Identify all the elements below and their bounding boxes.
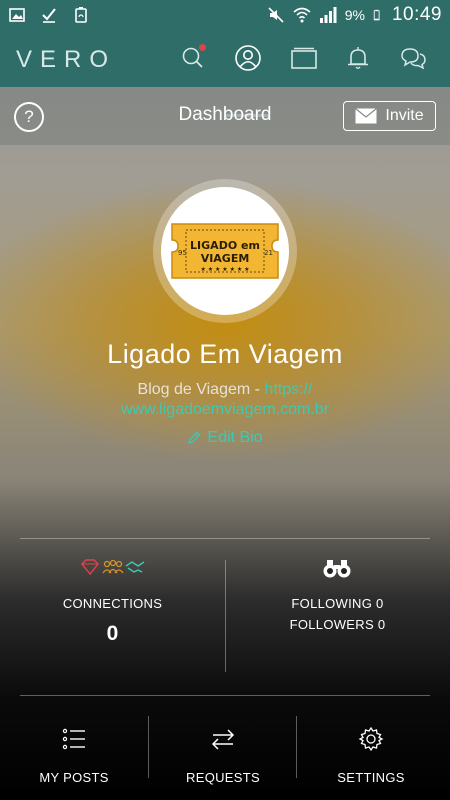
clock: 10:49 xyxy=(391,4,442,25)
gear-icon xyxy=(358,726,384,752)
edit-bio-button[interactable]: Edit Bio xyxy=(0,429,450,447)
bell-icon[interactable] xyxy=(342,42,374,74)
my-posts-button[interactable]: MY POSTS xyxy=(0,720,148,790)
avatar[interactable]: 95 21 LIGADO em VIAGEM ★ ★ ★ ★ ★ ★ ★ xyxy=(161,187,289,315)
menu-divider-top xyxy=(20,695,430,696)
battery-percent: 9% xyxy=(344,7,365,23)
bio-text: Blog de Viagem - xyxy=(137,381,265,398)
ticket-logo-icon: 95 21 LIGADO em VIAGEM ★ ★ ★ ★ ★ ★ ★ xyxy=(171,223,279,279)
chat-icon[interactable] xyxy=(397,42,429,74)
requests-label: REQUESTS xyxy=(186,770,260,785)
connection-types-icon xyxy=(81,559,145,576)
svg-text:★ ★ ★ ★ ★ ★ ★: ★ ★ ★ ★ ★ ★ ★ xyxy=(200,266,249,273)
invite-button[interactable]: Invite xyxy=(343,101,436,131)
bio-link-part1[interactable]: https:// xyxy=(264,381,312,398)
envelope-icon xyxy=(355,108,378,124)
invite-label: Invite xyxy=(385,107,424,124)
transfer-arrows-icon xyxy=(211,729,235,750)
mute-icon xyxy=(268,7,284,23)
vero-logo[interactable]: VERO xyxy=(16,46,116,74)
svg-text:21: 21 xyxy=(264,249,273,257)
svg-text:VIAGEM: VIAGEM xyxy=(201,252,250,265)
list-icon xyxy=(62,728,85,750)
profile-icon[interactable] xyxy=(232,42,264,74)
check-icon xyxy=(42,8,56,23)
requests-button[interactable]: REQUESTS xyxy=(149,720,297,790)
image-icon xyxy=(9,8,25,22)
stats-divider-top xyxy=(20,538,430,539)
signal-icon xyxy=(319,7,337,23)
battery-icon xyxy=(373,9,380,21)
profile-name: Ligado Em Viagem xyxy=(107,339,343,369)
bio: Blog de Viagem - https:// www.ligadoemvi… xyxy=(0,380,450,420)
collections-icon[interactable] xyxy=(288,42,320,74)
connections-label: CONNECTIONS xyxy=(62,596,163,611)
my-posts-label: MY POSTS xyxy=(39,770,109,785)
following-count[interactable]: FOLLOWING 0 xyxy=(245,596,430,611)
search-icon[interactable] xyxy=(177,42,209,74)
connections-count[interactable]: 0 xyxy=(20,622,205,646)
top-nav: VERO xyxy=(0,30,450,117)
avatar-ring: 95 21 LIGADO em VIAGEM ★ ★ ★ ★ ★ ★ ★ xyxy=(153,179,297,323)
svg-text:95: 95 xyxy=(178,249,187,257)
dashboard-header: ? Dashboard Invite xyxy=(0,87,450,145)
wifi-icon xyxy=(293,7,311,23)
screen: 9% 10:49 VERO ? Dashboard Invite 95 21 L… xyxy=(0,0,450,800)
pencil-icon xyxy=(188,431,201,444)
stats-divider-middle xyxy=(225,560,226,672)
recycle-icon xyxy=(75,7,87,23)
bio-link-part2[interactable]: www.ligadoemviagem.com.br xyxy=(121,401,329,418)
settings-label: SETTINGS xyxy=(337,770,405,785)
notification-dot xyxy=(199,44,206,51)
edit-bio-label: Edit Bio xyxy=(207,429,263,446)
svg-text:LIGADO em: LIGADO em xyxy=(190,239,260,252)
settings-button[interactable]: SETTINGS xyxy=(297,720,445,790)
followers-count[interactable]: FOLLOWERS 0 xyxy=(245,617,430,632)
binoculars-icon xyxy=(323,560,351,578)
status-bar: 9% 10:49 xyxy=(0,0,450,30)
